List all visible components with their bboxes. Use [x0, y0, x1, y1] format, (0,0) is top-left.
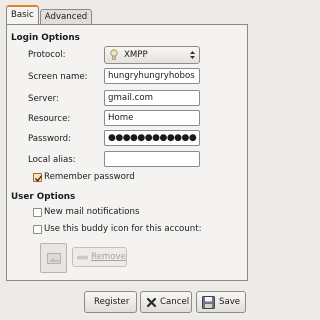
protocol-label: Protocol:: [28, 50, 66, 60]
tab-bar: Basic Advanced: [6, 5, 93, 25]
remember-password-label: Remember password: [44, 172, 135, 182]
checkmark-icon: [34, 175, 43, 182]
remember-password-checkbox[interactable]: [33, 173, 43, 182]
local-alias-label: Local alias:: [28, 155, 76, 165]
cancel-button[interactable]: Cancel: [140, 291, 192, 313]
remove-icon-button[interactable]: Remove: [72, 247, 127, 267]
save-button[interactable]: Save: [196, 291, 246, 313]
protocol-value: XMPP: [124, 50, 148, 60]
server-label: Server:: [28, 94, 59, 104]
floppy-disk-icon: [202, 296, 215, 309]
screen-name-field[interactable]: hungryhungryhobos: [104, 68, 200, 84]
new-mail-checkbox[interactable]: [33, 208, 42, 217]
image-icon: [47, 253, 61, 264]
cancel-x-icon: [146, 297, 157, 308]
xmpp-bulb-icon: [110, 49, 118, 60]
remove-label: Remove: [91, 252, 126, 262]
tab-advanced[interactable]: Advanced: [39, 9, 93, 25]
resource-label: Resource:: [28, 114, 71, 124]
user-options-title: User Options: [11, 192, 76, 202]
new-mail-label: New mail notifications: [44, 207, 140, 217]
register-button[interactable]: Register: [84, 291, 137, 313]
local-alias-field[interactable]: [104, 151, 200, 167]
register-label: Register: [94, 297, 130, 307]
tab-advanced-label: Advanced: [44, 12, 88, 22]
resource-field[interactable]: Home: [104, 110, 200, 126]
protocol-select[interactable]: XMPP: [104, 46, 200, 64]
buddy-icon-label: Use this buddy icon for this account:: [44, 224, 202, 234]
server-field[interactable]: gmail.com: [104, 90, 200, 106]
tab-basic-label: Basic: [11, 10, 34, 20]
login-options-title: Login Options: [11, 33, 80, 43]
cancel-label: Cancel: [160, 297, 190, 307]
screen-name-label: Screen name:: [28, 72, 88, 82]
updown-arrows-icon: [190, 51, 195, 59]
remove-icon: [77, 255, 88, 260]
buddy-icon-picker[interactable]: [40, 243, 67, 273]
buddy-icon-checkbox[interactable]: [33, 225, 42, 234]
password-field[interactable]: ●●●●●●●●●●●●: [104, 130, 200, 146]
password-label: Password:: [28, 134, 72, 144]
save-label: Save: [219, 297, 241, 307]
tab-basic[interactable]: Basic: [6, 5, 39, 24]
